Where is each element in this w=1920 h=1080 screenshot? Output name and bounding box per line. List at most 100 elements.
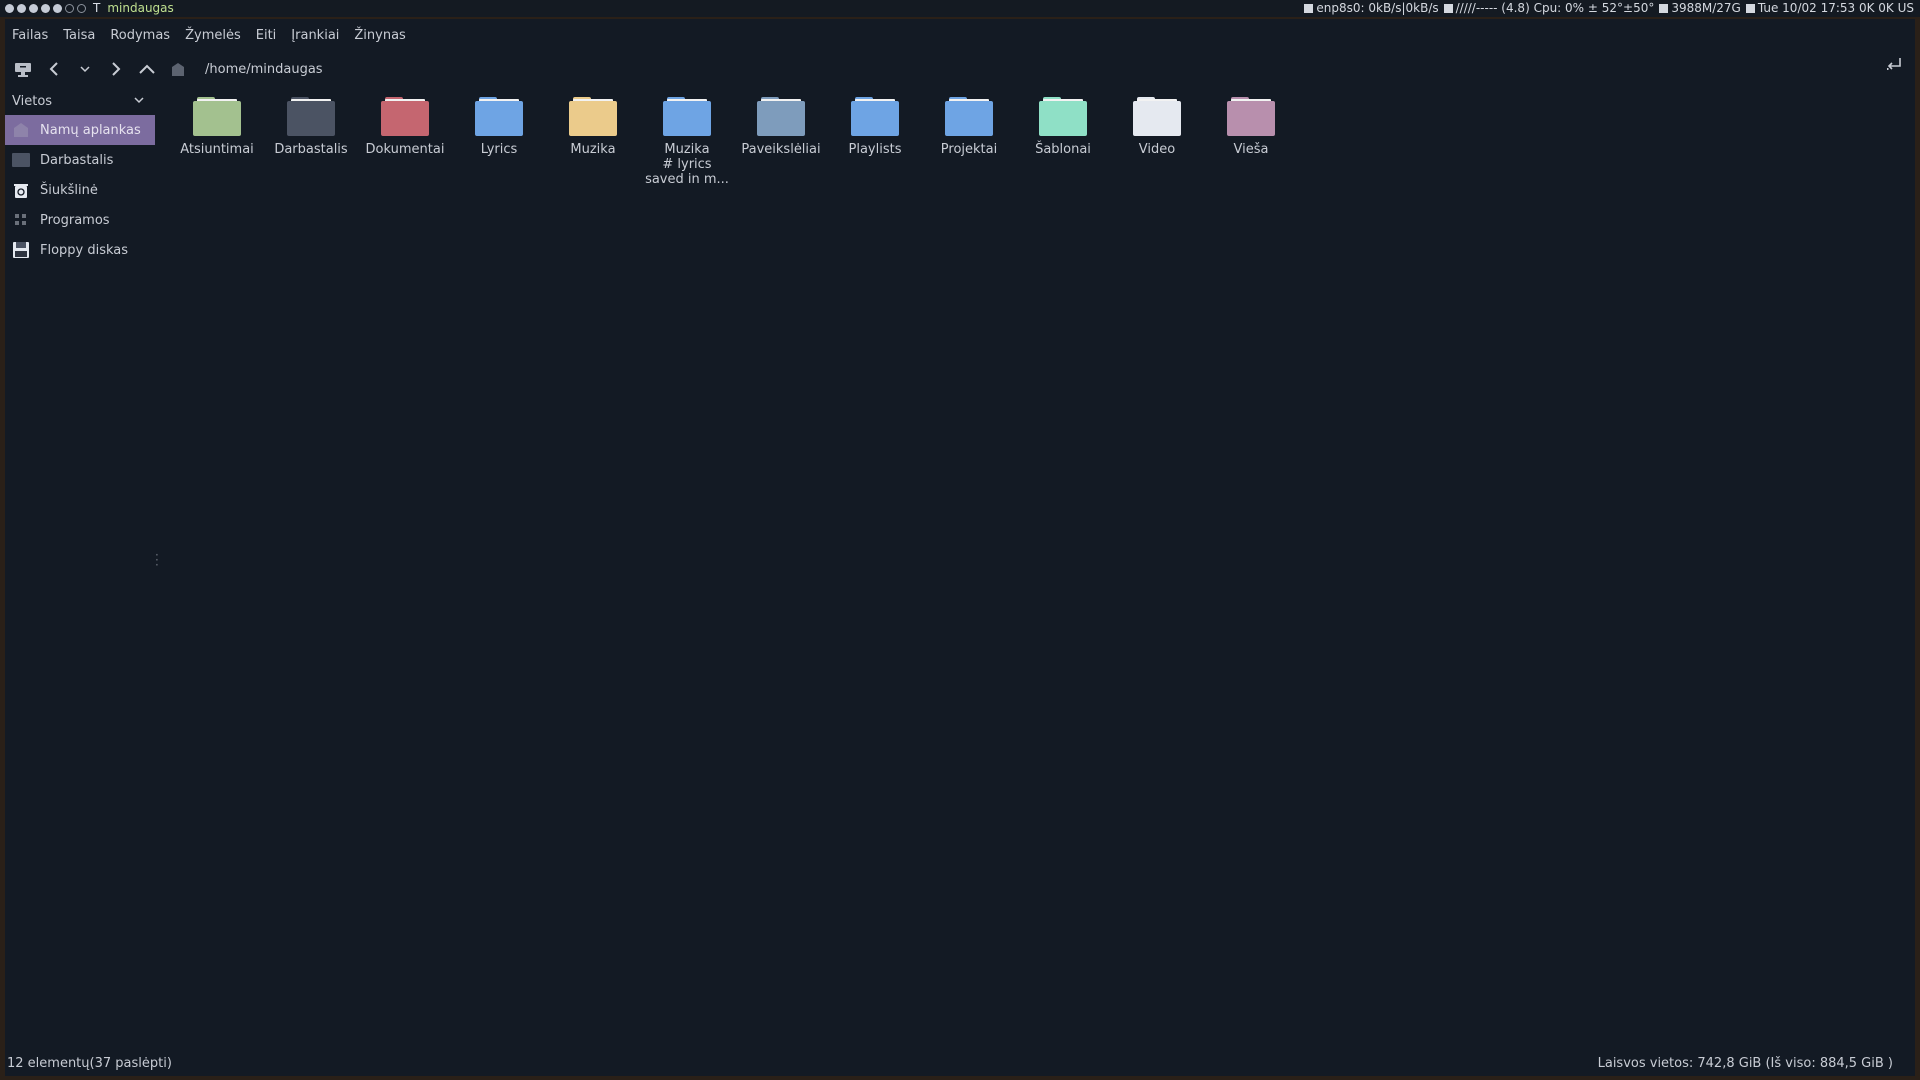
folder-item[interactable]: Darbastalis	[264, 97, 358, 187]
new-window-icon	[15, 63, 31, 77]
folder-item[interactable]: Atsiuntimai	[170, 97, 264, 187]
folder-item[interactable]: Vieša	[1204, 97, 1298, 187]
clock: Tue 10/02 17:53 0K 0K US	[1745, 0, 1914, 17]
places-sidebar: Vietos Namų aplankas Darbastalis Šiukšli…	[5, 87, 159, 1050]
item-count: 12 elementų(37 paslėpti)	[7, 1055, 172, 1071]
menu-zinynas[interactable]: Žinynas	[354, 28, 405, 43]
menu-irankiai[interactable]: Įrankiai	[291, 28, 339, 43]
folder-name: Paveikslėliai	[741, 142, 821, 157]
menu-taisa[interactable]: Taisa	[63, 28, 95, 43]
file-grid: Atsiuntimai Darbastalis Dokumentai Lyrics Mu…	[170, 97, 1298, 187]
up-button[interactable]	[134, 56, 160, 82]
folder-icon	[945, 97, 993, 137]
folder-name: Šablonai	[1035, 142, 1091, 157]
folder-item[interactable]: Muzika	[546, 97, 640, 187]
desktop-icon	[12, 151, 30, 169]
folder-icon	[287, 97, 335, 137]
path-toggle-button[interactable]	[1885, 56, 1903, 76]
home-icon	[172, 63, 184, 76]
sidebar-item-label: Darbastalis	[40, 152, 114, 168]
file-manager-window: Failas Taisa Rodymas Žymelės Eiti Įranki…	[5, 19, 1915, 1076]
history-dropdown-button[interactable]	[72, 56, 98, 82]
forward-icon	[112, 62, 121, 76]
folder-item[interactable]: Muzika # lyrics saved in m...	[640, 97, 734, 187]
trash-icon	[12, 181, 30, 199]
sidebar-item-trash[interactable]: Šiukšlinė	[5, 175, 155, 205]
chevron-down-icon[interactable]	[133, 95, 145, 105]
folder-item[interactable]: Lyrics	[452, 97, 546, 187]
mem-square-icon	[1659, 4, 1669, 13]
folder-icon	[1133, 97, 1181, 137]
workspace-indicators[interactable]	[0, 4, 86, 13]
menu-zymeles[interactable]: Žymelės	[185, 28, 241, 43]
window-title: mindaugas	[107, 1, 174, 15]
sidebar-item-label: Namų aplankas	[40, 122, 141, 138]
new-window-button[interactable]	[10, 56, 36, 82]
folder-name: Dokumentai	[365, 142, 445, 157]
menu-eiti[interactable]: Eiti	[256, 28, 277, 43]
sidebar-item-floppy[interactable]: Floppy diskas	[5, 235, 155, 265]
folder-icon	[757, 97, 805, 137]
places-header[interactable]: Vietos	[5, 87, 155, 115]
places-header-label: Vietos	[12, 93, 53, 109]
folder-icon	[663, 97, 711, 137]
floppy-icon	[12, 241, 30, 259]
folder-item[interactable]: Paveikslėliai	[734, 97, 828, 187]
clock-square-icon	[1745, 4, 1755, 13]
folder-item[interactable]: Dokumentai	[358, 97, 452, 187]
workspace-3[interactable]	[29, 4, 38, 13]
folder-icon	[381, 97, 429, 137]
menu-failas[interactable]: Failas	[12, 28, 48, 43]
history-dropdown-icon	[80, 66, 90, 73]
workspace-1[interactable]	[5, 4, 14, 13]
home-folder-icon	[12, 121, 30, 139]
folder-name: Atsiuntimai	[180, 142, 254, 157]
folder-name: Darbastalis	[274, 142, 348, 157]
sidebar-item-applications[interactable]: Programos	[5, 205, 155, 235]
memory-status: 3988M/27G	[1659, 0, 1741, 17]
folder-item[interactable]: Playlists	[828, 97, 922, 187]
folder-name: Playlists	[848, 142, 902, 157]
workspace-2[interactable]	[17, 4, 26, 13]
folder-name: Muzika	[570, 142, 616, 157]
sidebar-item-home[interactable]: Namų aplankas	[5, 115, 155, 145]
folder-name: Lyrics	[480, 142, 518, 157]
system-status: enp8s0: 0kB/s|0kB/s /////----- (4.8) Cpu…	[1304, 0, 1920, 17]
status-bar: 12 elementų(37 paslėpti) Laisvos vietos:…	[5, 1050, 1915, 1076]
menu-rodymas[interactable]: Rodymas	[110, 28, 170, 43]
folder-icon	[193, 97, 241, 137]
sidebar-resize-handle[interactable]: · · ·	[155, 549, 159, 571]
folder-icon	[851, 97, 899, 137]
menu-bar: Failas Taisa Rodymas Žymelės Eiti Įranki…	[5, 19, 1915, 51]
workspace-6[interactable]	[65, 4, 74, 13]
workspace-7[interactable]	[77, 4, 86, 13]
forward-button[interactable]	[103, 56, 129, 82]
folder-item[interactable]: Video	[1110, 97, 1204, 187]
folder-item[interactable]: Šablonai	[1016, 97, 1110, 187]
workspace-4[interactable]	[41, 4, 50, 13]
back-button[interactable]	[41, 56, 67, 82]
folder-icon	[1039, 97, 1087, 137]
folder-item[interactable]: Projektai	[922, 97, 1016, 187]
sidebar-item-label: Šiukšlinė	[40, 182, 98, 198]
folder-name: Vieša	[1233, 142, 1269, 157]
content-area: Vietos Namų aplankas Darbastalis Šiukšli…	[5, 87, 1915, 1050]
folder-icon	[1227, 97, 1275, 137]
folder-icon	[569, 97, 617, 137]
applications-icon	[12, 211, 30, 229]
sidebar-item-label: Floppy diskas	[40, 242, 129, 258]
sidebar-item-label: Programos	[40, 212, 110, 228]
folder-name: Video	[1138, 142, 1176, 157]
sidebar-item-desktop[interactable]: Darbastalis	[5, 145, 155, 175]
cpu-square-icon	[1443, 4, 1453, 13]
location-path[interactable]: /home/mindaugas	[205, 62, 323, 77]
home-button[interactable]	[165, 56, 191, 82]
path-toggle-icon	[1887, 58, 1901, 70]
folder-icon	[475, 97, 523, 137]
layout-indicator: T	[93, 1, 101, 15]
folder-name: Muzika # lyrics saved in m...	[645, 142, 729, 187]
workspace-5[interactable]	[53, 4, 62, 13]
network-status: enp8s0: 0kB/s|0kB/s	[1304, 0, 1439, 17]
top-status-bar: T mindaugas enp8s0: 0kB/s|0kB/s /////---…	[0, 0, 1920, 17]
net-square-icon	[1304, 4, 1314, 13]
